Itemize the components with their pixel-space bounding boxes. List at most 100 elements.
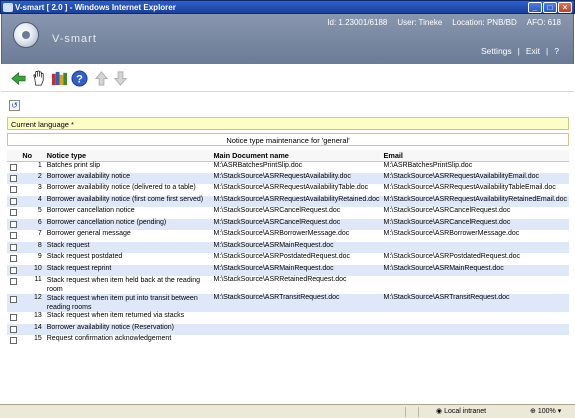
row-select-cell (7, 241, 21, 253)
notice-type-cell: Borrower availability notice (Reservatio… (44, 323, 212, 335)
settings-link[interactable]: Settings (481, 46, 512, 56)
arrow-up-icon[interactable] (93, 70, 110, 87)
row-checkbox[interactable] (10, 325, 17, 333)
table-row[interactable]: 10 Stack request reprint M:\StackSource\AS… (7, 264, 569, 276)
globe-icon: ◉ (436, 408, 443, 415)
notice-type-cell: Borrower general message (46, 230, 131, 237)
main-doc-cell: M:\StackSource\ASRMainRequest.doc (211, 264, 382, 276)
refresh-button[interactable]: ↺ (9, 100, 20, 111)
main-doc-column-header: Main Document name (211, 150, 382, 162)
help-link[interactable]: ? (554, 46, 559, 56)
row-number: 7 (37, 230, 42, 237)
email-cell (381, 323, 569, 335)
row-checkbox[interactable] (10, 232, 17, 239)
vsmart-logo-icon (13, 22, 39, 48)
row-checkbox[interactable] (10, 163, 17, 171)
main-doc-cell: M:\StackSource\ASRRequestAvailability.do… (211, 172, 382, 184)
hand-select-icon[interactable] (30, 70, 47, 87)
books-icon[interactable] (51, 70, 68, 87)
email-cell (381, 276, 569, 294)
notice-type-cell: Borrower availability notice (delivered … (46, 184, 196, 191)
row-checkbox[interactable] (10, 296, 17, 303)
email-cell: M:\StackSource\ASRTransitRequest.doc (381, 294, 569, 312)
table-row[interactable]: 4 Borrower availability notice (first com… (7, 195, 569, 207)
email-cell (381, 241, 569, 253)
row-number: 4 (20, 195, 45, 207)
email-cell: M:\ASRBatchesPrintSlip.doc (383, 161, 473, 169)
row-checkbox[interactable] (10, 314, 17, 321)
table-row[interactable]: 13 Stack request when item returned via s… (7, 312, 569, 324)
notice-type-cell: Stack request postdated (46, 253, 123, 260)
row-select-cell (7, 312, 20, 324)
notice-type-cell: Stack request when item put into transit… (44, 294, 212, 312)
row-checkbox[interactable] (10, 243, 17, 251)
row-checkbox[interactable] (10, 197, 17, 205)
help-icon[interactable]: ? (71, 70, 88, 87)
row-checkbox[interactable] (10, 266, 17, 274)
row-checkbox[interactable] (10, 174, 17, 182)
email-cell (381, 312, 569, 324)
page-caption: Notice type maintenance for 'general' (7, 133, 569, 146)
table-row[interactable]: 8 Stack request M:\StackSource\ASRMainRequ… (7, 241, 569, 253)
table-row[interactable]: 1 Batches print slip M:\ASRBatchesPrintSli… (7, 161, 569, 173)
page-caption-text: Notice type maintenance for 'general' (226, 136, 350, 145)
table-row[interactable]: 3 Borrower availability notice (delivered… (7, 184, 569, 196)
zone-label: Local intranet (444, 408, 487, 415)
row-number: 8 (20, 241, 45, 253)
maximize-button[interactable]: □ (543, 2, 557, 13)
row-number: 3 (37, 184, 42, 191)
email-cell: M:\StackSource\ASRRequestAvailabilityTab… (383, 184, 556, 191)
main-doc-cell: M:\StackSource\ASRCancelRequest.doc (211, 218, 382, 230)
row-select-cell (7, 230, 20, 242)
notice-type-cell: Borrower cancellation notice (pending) (44, 218, 212, 230)
zoom-control[interactable]: ⊕ 100% ▾ (530, 407, 561, 415)
row-checkbox[interactable] (10, 186, 17, 193)
close-button[interactable]: × (558, 2, 572, 13)
row-select-cell (7, 294, 21, 312)
arrow-down-icon[interactable] (112, 70, 129, 87)
table-row[interactable]: 12 Stack request when item put into trans… (7, 294, 569, 312)
row-number: 6 (20, 218, 45, 230)
window-titlebar: V-smart [ 2.0 ] - Windows Internet Explo… (0, 0, 575, 14)
table-row[interactable]: 2 Borrower availability notice M:\StackSou… (7, 172, 569, 184)
row-checkbox[interactable] (10, 255, 17, 262)
table-row[interactable]: 9 Stack request postdated M:\StackSource\A… (7, 253, 569, 265)
exit-link[interactable]: Exit (526, 46, 540, 56)
link-separator: | (517, 46, 520, 56)
window-title: V-smart [ 2.0 ] - Windows Internet Explo… (15, 3, 176, 12)
row-checkbox[interactable] (10, 337, 17, 344)
status-cell (405, 407, 417, 417)
app-header: V-smart Id: 1.23001/6188 User: Tineke Lo… (1, 14, 574, 64)
table-row[interactable]: 6 Borrower cancellation notice (pending) M… (7, 218, 569, 230)
main-doc-cell: M:\StackSource\ASRTransitRequest.doc (211, 294, 382, 312)
svg-text:?: ? (76, 73, 83, 85)
main-doc-cell: M:\StackSource\ASRRequestAvailabilityTab… (213, 184, 369, 191)
notice-type-cell: Request confirmation acknowledgement (46, 335, 172, 342)
notice-type-cell: Stack request (44, 241, 212, 253)
table-row[interactable]: 14 Borrower availability notice (Reservat… (7, 323, 569, 335)
zone-indicator[interactable]: ◉ Local intranet (436, 407, 486, 415)
row-number: 11 (34, 276, 42, 283)
main-doc-cell (211, 312, 381, 324)
notice-type-cell: Borrower availability notice (first come… (44, 195, 212, 207)
back-arrow-icon[interactable] (10, 70, 27, 87)
row-number: 9 (37, 253, 42, 260)
notice-type-cell: Borrower cancellation notice (46, 207, 135, 214)
row-number: 13 (33, 312, 42, 319)
row-select-cell (7, 323, 21, 335)
table-row[interactable]: 7 Borrower general message M:\StackSource\… (7, 230, 569, 242)
row-select-cell (7, 161, 20, 173)
table-row[interactable]: 5 Borrower cancellation notice M:\StackSou… (7, 207, 569, 219)
row-select-cell (7, 195, 21, 207)
notice-type-column-header: Notice type (44, 150, 212, 162)
table-row[interactable]: 11 Stack request when item held back at t… (7, 276, 569, 294)
current-language-bar[interactable]: Current language * (7, 117, 569, 130)
row-checkbox[interactable] (10, 278, 17, 285)
table-row[interactable]: 15 Request confirmation acknowledgement (7, 335, 569, 347)
notice-type-cell: Stack request when item returned via sta… (46, 312, 185, 319)
row-checkbox[interactable] (10, 220, 17, 228)
row-checkbox[interactable] (10, 209, 17, 216)
email-cell: M:\StackSource\ASRPostdatedRequest.doc (383, 253, 521, 260)
minimize-button[interactable]: _ (528, 2, 542, 13)
email-cell: M:\StackSource\ASRBorrowerMessage.doc (383, 230, 520, 237)
